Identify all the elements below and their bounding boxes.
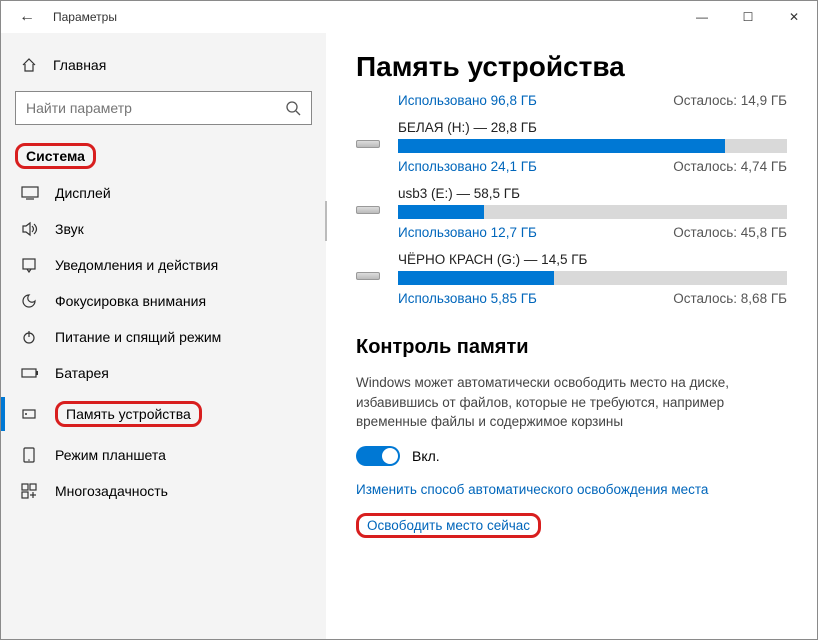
- sidebar-nav: Дисплей Звук Уведомления и действия Фоку…: [15, 175, 312, 509]
- drive-free-label: Осталось: 8,68 ГБ: [673, 291, 787, 306]
- sidebar-item-label: Батарея: [55, 365, 109, 381]
- drive-used-link[interactable]: Использовано 5,85 ГБ: [398, 291, 537, 306]
- back-button[interactable]: ←: [19, 8, 43, 26]
- sidebar-item-storage[interactable]: Память устройства: [15, 391, 312, 437]
- tablet-icon: [21, 447, 39, 463]
- sidebar-item-display[interactable]: Дисплей: [15, 175, 312, 211]
- sidebar: Главная Система Дисплей Звук Уведомления…: [1, 33, 326, 639]
- power-icon: [21, 329, 39, 345]
- free-up-now-link[interactable]: Освободить место сейчас: [356, 513, 787, 538]
- storage-sense-heading: Контроль памяти: [356, 336, 787, 359]
- drive-bar[interactable]: [398, 205, 787, 219]
- window-title: Параметры: [53, 10, 117, 24]
- home-icon: [21, 57, 39, 73]
- storage-sense-toggle[interactable]: [356, 446, 400, 466]
- drive-free-label: Осталось: 4,74 ГБ: [673, 159, 787, 174]
- sidebar-item-notifications[interactable]: Уведомления и действия: [15, 247, 312, 283]
- storage-sense-desc: Windows может автоматически освободить м…: [356, 373, 786, 432]
- page-title: Память устройства: [356, 51, 787, 83]
- sidebar-item-power[interactable]: Питание и спящий режим: [15, 319, 312, 355]
- toggle-label: Вкл.: [412, 448, 440, 464]
- drive-row: ЧЁРНО КРАСН (G:) — 14,5 ГБ Использовано …: [356, 252, 787, 306]
- drive-bar[interactable]: [398, 139, 787, 153]
- content: Память устройства Использовано 96,8 ГБ О…: [326, 33, 817, 639]
- sidebar-item-label: Звук: [55, 221, 84, 237]
- storage-sense-toggle-row: Вкл.: [356, 446, 787, 466]
- minimize-button[interactable]: —: [679, 1, 725, 33]
- window-controls: — ☐ ✕: [679, 1, 817, 33]
- drive-free-label: Осталось: 45,8 ГБ: [673, 225, 787, 240]
- drive-used-link[interactable]: Использовано 24,1 ГБ: [398, 159, 537, 174]
- drive-title: usb3 (E:) — 58,5 ГБ: [398, 186, 787, 201]
- sidebar-home[interactable]: Главная: [15, 51, 312, 87]
- battery-icon: [21, 367, 39, 379]
- search-input-wrap[interactable]: [15, 91, 312, 125]
- change-auto-free-link[interactable]: Изменить способ автоматического освобожд…: [356, 482, 787, 497]
- drive-free-label: Осталось: 14,9 ГБ: [673, 93, 787, 108]
- sidebar-section-heading: Система: [15, 143, 96, 169]
- display-icon: [21, 186, 39, 200]
- drive-icon: [356, 140, 384, 148]
- drive-summary: Использовано 96,8 ГБ Осталось: 14,9 ГБ: [356, 93, 787, 108]
- drive-icon: [356, 272, 384, 280]
- multitasking-icon: [21, 483, 39, 499]
- drive-row: usb3 (E:) — 58,5 ГБ Использовано 12,7 ГБ…: [356, 186, 787, 240]
- sidebar-item-label: Память устройства: [55, 401, 202, 427]
- sidebar-item-label: Режим планшета: [55, 447, 166, 463]
- close-button[interactable]: ✕: [771, 1, 817, 33]
- drive-used-link[interactable]: Использовано 96,8 ГБ: [398, 93, 537, 108]
- drive-title: БЕЛАЯ (H:) — 28,8 ГБ: [398, 120, 787, 135]
- drive-bar[interactable]: [398, 271, 787, 285]
- sidebar-item-label: Дисплей: [55, 185, 111, 201]
- search-input[interactable]: [26, 100, 285, 116]
- sidebar-item-label: Питание и спящий режим: [55, 329, 221, 345]
- sidebar-home-label: Главная: [53, 57, 106, 73]
- sidebar-item-sound[interactable]: Звук: [15, 211, 312, 247]
- drive-row: БЕЛАЯ (H:) — 28,8 ГБ Использовано 24,1 Г…: [356, 120, 787, 174]
- storage-icon: [21, 406, 39, 422]
- search-icon: [285, 100, 301, 116]
- sidebar-item-label: Уведомления и действия: [55, 257, 218, 273]
- sidebar-item-label: Фокусировка внимания: [55, 293, 206, 309]
- focus-icon: [21, 293, 39, 309]
- notifications-icon: [21, 257, 39, 273]
- drive-used-link[interactable]: Использовано 12,7 ГБ: [398, 225, 537, 240]
- sidebar-item-label: Многозадачность: [55, 483, 168, 499]
- sidebar-item-focus[interactable]: Фокусировка внимания: [15, 283, 312, 319]
- drive-title: ЧЁРНО КРАСН (G:) — 14,5 ГБ: [398, 252, 787, 267]
- drive-icon: [356, 206, 384, 214]
- sidebar-item-multitasking[interactable]: Многозадачность: [15, 473, 312, 509]
- sidebar-item-battery[interactable]: Батарея: [15, 355, 312, 391]
- titlebar: ← Параметры — ☐ ✕: [1, 1, 817, 33]
- sidebar-item-tablet[interactable]: Режим планшета: [15, 437, 312, 473]
- sound-icon: [21, 221, 39, 237]
- maximize-button[interactable]: ☐: [725, 1, 771, 33]
